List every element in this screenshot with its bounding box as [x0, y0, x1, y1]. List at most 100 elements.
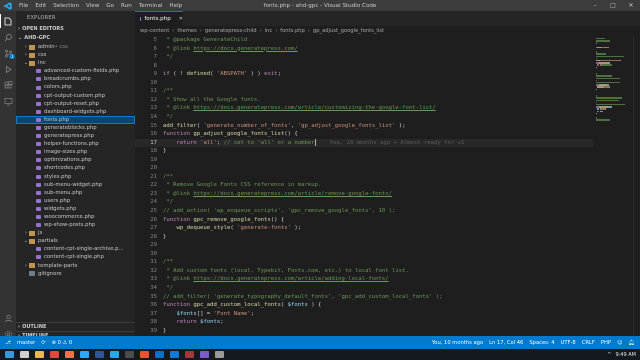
source-control-icon[interactable]: 1 — [0, 46, 16, 60]
code-editor[interactable]: 5 * @package GenerateChild 6 * @link http… — [135, 36, 593, 349]
folder-item[interactable]: › template-parts — [16, 262, 135, 270]
clock[interactable]: 9:49 AM — [615, 352, 636, 358]
problems-indicator[interactable]: ⊗ 0 ⚠ 0 — [52, 340, 73, 346]
menu-item-edit[interactable]: Edit — [35, 3, 46, 9]
file-item[interactable]: woocommerce.php — [16, 213, 135, 221]
file-item[interactable]: sub-menu-widget.php — [16, 181, 135, 189]
branch-name[interactable]: master — [17, 340, 35, 346]
vscode-logo-icon — [3, 1, 12, 10]
start-icon[interactable] — [5, 351, 14, 358]
encoding[interactable]: UTF-8 — [561, 340, 576, 346]
file-item[interactable]: cpt-output-reset.php — [16, 100, 135, 108]
maximize-button[interactable]: □ — [604, 0, 622, 11]
explorer-icon[interactable] — [0, 14, 16, 28]
menu-item-go[interactable]: Go — [106, 3, 114, 9]
cursor-position[interactable]: Ln 17, Col 46 — [489, 340, 523, 346]
breadcrumb-item[interactable]: fonts.php — [280, 28, 305, 34]
menu-item-selection[interactable]: Selection — [53, 3, 79, 9]
menu-item-file[interactable]: File — [19, 3, 28, 9]
remote-icon[interactable] — [0, 94, 16, 108]
chevron-up-icon[interactable]: ^ — [607, 352, 611, 358]
vscode-icon[interactable] — [110, 351, 119, 358]
line-number: 27 — [150, 225, 157, 232]
photoshop-icon[interactable] — [80, 351, 89, 358]
minimap[interactable] — [593, 36, 633, 349]
file-item[interactable]: sub-menu.php — [16, 189, 135, 197]
extensions-icon[interactable] — [0, 78, 16, 92]
search-icon[interactable] — [0, 30, 16, 44]
tree-item-label: js — [38, 230, 43, 237]
file-item[interactable]: colors.php — [16, 83, 135, 91]
file-item[interactable]: widgets.php — [16, 205, 135, 213]
editor-scrollbar[interactable] — [633, 36, 640, 349]
breadcrumb-item[interactable]: wp-content — [140, 28, 169, 34]
search-icon[interactable] — [20, 351, 29, 358]
sync-icon[interactable]: ⟳ — [41, 340, 45, 346]
file-item[interactable]: users.php — [16, 197, 135, 205]
tab-fonts-php[interactable]: fonts.php ✕ — [135, 11, 183, 26]
menu-item-view[interactable]: View — [86, 3, 99, 9]
close-button[interactable]: ✕ — [622, 0, 640, 11]
line-ending[interactable]: CRLF — [582, 340, 595, 346]
folder-item[interactable]: ⌄ partials — [16, 237, 135, 245]
file-item[interactable]: generatepress.php — [16, 132, 135, 140]
open-editors-section[interactable]: › OPEN EDITORS — [16, 25, 135, 34]
breadcrumb-item[interactable]: themes — [177, 28, 196, 34]
menu-item-terminal[interactable]: Terminal — [139, 3, 163, 9]
firefox-icon[interactable] — [65, 351, 74, 358]
code-text: * @link https://docs.generatepress.com/a… — [163, 275, 388, 284]
notifications-icon[interactable]: 🔔︎ — [628, 340, 635, 346]
explorer-sidebar: EXPLORER › OPEN EDITORS ⌄ AHD-GPC › admin •… — [16, 11, 135, 349]
chrome-icon[interactable] — [50, 351, 59, 358]
file-item[interactable]: dashboard-widgets.php — [16, 108, 135, 116]
file-item[interactable]: fonts.php — [16, 115, 135, 124]
word-icon[interactable] — [95, 351, 104, 358]
folder-item[interactable]: › css — [16, 51, 135, 59]
minimap-line — [596, 97, 622, 99]
folder-item[interactable]: › js — [16, 229, 135, 237]
code-line: 21 /** — [135, 173, 593, 182]
settings-icon[interactable] — [215, 351, 224, 358]
file-item[interactable]: image-sizes.php — [16, 148, 135, 156]
app-icon[interactable] — [200, 351, 209, 358]
file-item[interactable]: gitignore — [16, 270, 135, 278]
file-item[interactable]: optimizations.php — [16, 156, 135, 164]
git-icon[interactable] — [140, 351, 149, 358]
folder-item[interactable]: › admin • css — [16, 43, 135, 51]
files-icon[interactable] — [35, 351, 44, 358]
outlook-icon[interactable] — [155, 351, 164, 358]
file-item[interactable]: helper-functions.php — [16, 140, 135, 148]
menu-item-help[interactable]: Help — [169, 3, 182, 9]
section-outline[interactable]: › OUTLINE — [16, 322, 135, 331]
code-line: 39} — [135, 327, 593, 336]
close-tab-icon[interactable]: ✕ — [179, 16, 183, 22]
language-mode[interactable]: PHP — [601, 340, 611, 346]
code-line: 23 * @link https://docs.generatepress.co… — [135, 190, 593, 199]
folder-item[interactable]: ⌄ inc — [16, 59, 135, 67]
code-token: , — [291, 122, 298, 129]
line-number: 25 — [150, 208, 157, 214]
minimize-button[interactable]: – — [586, 0, 604, 11]
run-icon[interactable] — [0, 62, 16, 76]
breadcrumb-item[interactable]: inc — [265, 28, 273, 34]
file-item[interactable]: content-cpt-single-archive.p... — [16, 245, 135, 253]
git-blame-status[interactable]: You, 10 months ago — [432, 340, 483, 346]
indentation[interactable]: Spaces: 4 — [529, 340, 554, 346]
feedback-icon[interactable]: ☺ — [617, 340, 622, 346]
mail-icon[interactable] — [185, 351, 194, 358]
file-item[interactable]: styles.php — [16, 173, 135, 181]
terminal-icon[interactable] — [125, 351, 134, 358]
file-item[interactable]: generateblocks.php — [16, 124, 135, 132]
breadcrumb-item[interactable]: gp_adjust_google_fonts_list — [313, 28, 384, 34]
project-section[interactable]: ⌄ AHD-GPC — [16, 34, 135, 43]
file-item[interactable]: wp-show-posts.php — [16, 221, 135, 229]
edge-icon[interactable] — [170, 351, 179, 358]
file-item[interactable]: shortcodes.php — [16, 164, 135, 172]
file-item[interactable]: advanced-custom-fields.php — [16, 67, 135, 75]
account-icon[interactable] — [0, 311, 16, 325]
file-item[interactable]: cpt-output-custom.php — [16, 92, 135, 100]
file-item[interactable]: content-cpt-single.php — [16, 253, 135, 261]
file-item[interactable]: breadcrumbs.php — [16, 75, 135, 83]
breadcrumb-item[interactable]: generatepress-child — [205, 28, 257, 34]
menu-item-run[interactable]: Run — [121, 3, 132, 9]
